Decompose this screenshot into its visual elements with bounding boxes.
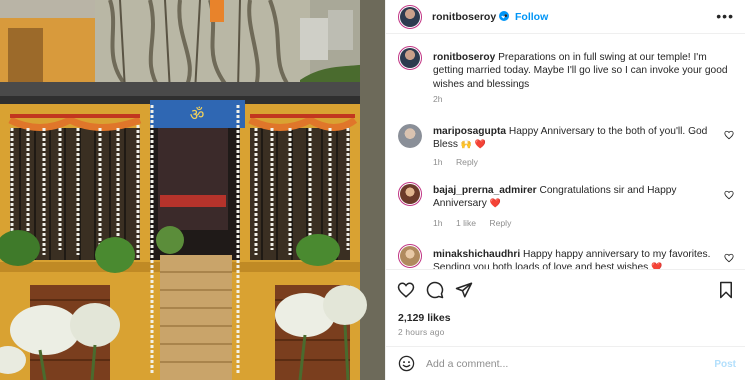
comment-username[interactable]: mariposagupta <box>433 126 506 137</box>
follow-button[interactable]: Follow <box>515 11 548 23</box>
temple-photo: ॐ <box>0 0 385 380</box>
comment-username[interactable]: minakshichaudhri <box>433 249 520 260</box>
comment-item: minakshichaudhri Happy happy anniversary… <box>386 243 745 269</box>
comment-heart-icon[interactable] <box>724 130 734 140</box>
comment-heart-icon[interactable] <box>724 190 734 200</box>
post-panel: ronitboseroy • Follow ••• ronitboseroy P… <box>385 0 745 380</box>
bookmark-icon[interactable] <box>717 281 735 299</box>
caption-username[interactable]: ronitboseroy <box>433 52 495 63</box>
heart-icon[interactable] <box>397 281 415 299</box>
comment-emoji: ❤️ <box>651 262 663 269</box>
reply-button[interactable]: Reply <box>489 218 511 228</box>
post-header: ronitboseroy • Follow ••• <box>386 0 745 34</box>
caption: ronitboseroy Preparations on in full swi… <box>386 46 745 106</box>
commenter-avatar[interactable] <box>398 124 422 148</box>
caption-text: ronitboseroy Preparations on in full swi… <box>433 51 728 91</box>
add-comment-row: Post <box>386 346 745 380</box>
comment-username[interactable]: bajaj_prerna_admirer <box>433 185 537 196</box>
author-username[interactable]: ronitboseroy <box>432 11 510 23</box>
send-icon[interactable] <box>455 281 473 299</box>
post-comment-button[interactable]: Post <box>714 359 736 370</box>
post-image[interactable]: ॐ <box>0 0 385 380</box>
comment-item: bajaj_prerna_admirer Congratulations sir… <box>386 180 745 230</box>
comment-time[interactable]: 1h <box>433 157 443 167</box>
likes-count[interactable]: 2,129 likes <box>398 312 451 324</box>
reply-button[interactable]: Reply <box>456 157 478 167</box>
more-horizontal-icon[interactable]: ••• <box>716 8 734 24</box>
comment-meta: 1h 1 like Reply <box>433 218 522 228</box>
comment-text: bajaj_prerna_admirer Congratulations sir… <box>433 184 703 211</box>
caption-avatar[interactable] <box>398 46 422 70</box>
smiley-icon[interactable] <box>398 355 415 372</box>
comment-text: mariposagupta Happy Anniversary to the b… <box>433 125 718 152</box>
comment-emoji: ❤️ <box>489 198 501 209</box>
comment-time[interactable]: 1h <box>433 218 443 228</box>
commenter-avatar[interactable] <box>398 182 422 206</box>
comment-meta: 1h Reply <box>433 157 489 167</box>
comment-heart-icon[interactable] <box>724 253 734 263</box>
caption-time[interactable]: 2h <box>433 94 443 104</box>
comments-list[interactable]: ronitboseroy Preparations on in full swi… <box>386 34 745 269</box>
action-bar: 2,129 likes 2 hours ago Post <box>386 269 745 379</box>
comment-text: minakshichaudhri Happy happy anniversary… <box>433 248 723 269</box>
add-comment-input[interactable] <box>426 354 696 374</box>
comment-emoji: 🙌 ❤️ <box>460 139 486 150</box>
comment-icon[interactable] <box>426 281 444 299</box>
separator-dot: • <box>504 11 508 22</box>
svg-text:ॐ: ॐ <box>190 105 205 124</box>
comment-item: mariposagupta Happy Anniversary to the b… <box>386 122 745 172</box>
caption-meta: 2h <box>433 94 454 104</box>
post-timestamp[interactable]: 2 hours ago <box>398 327 444 337</box>
comment-likes[interactable]: 1 like <box>456 218 476 228</box>
commenter-avatar[interactable] <box>398 244 422 268</box>
author-avatar[interactable] <box>398 5 422 29</box>
